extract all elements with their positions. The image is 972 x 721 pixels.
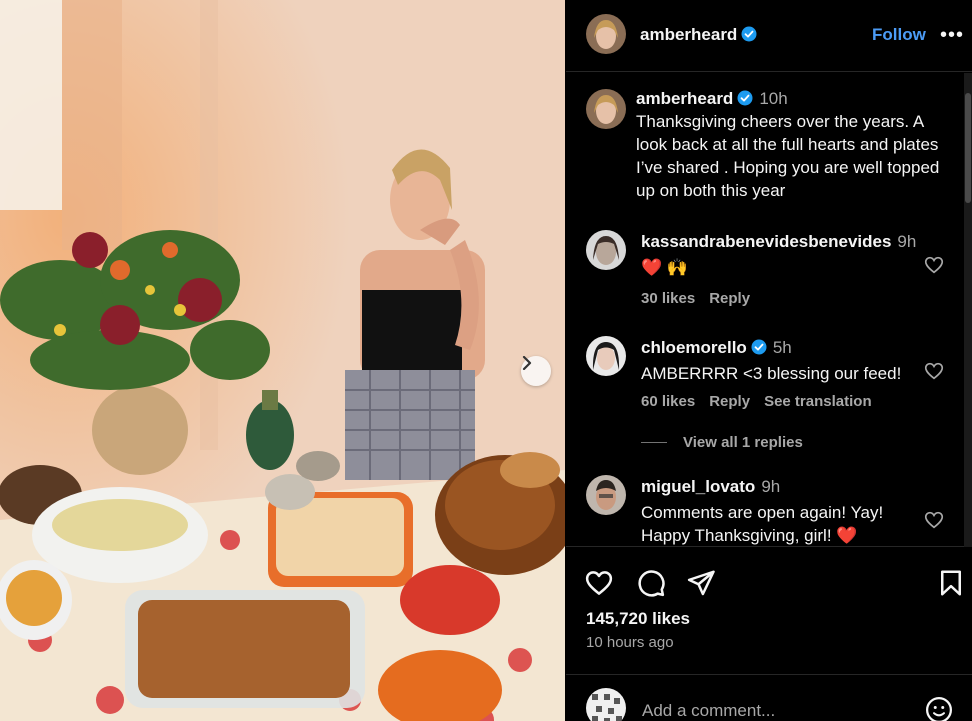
caption-username[interactable]: amberheard	[636, 89, 733, 108]
reply-button[interactable]: Reply	[709, 393, 750, 410]
post-header: amberheard Follow •••	[566, 0, 972, 72]
comment-time: 9h	[897, 232, 917, 251]
save-bookmark-icon[interactable]	[936, 568, 966, 598]
emoji-picker-icon[interactable]	[924, 695, 954, 721]
comment-time: 5h	[772, 338, 792, 357]
comment-composer: Add a comment...	[566, 674, 972, 721]
comment-bubble-icon[interactable]	[636, 568, 666, 598]
commenter-avatar[interactable]	[586, 230, 626, 270]
author-avatar[interactable]	[586, 14, 626, 54]
replies-divider	[641, 442, 667, 443]
post-side-panel: amberheard Follow ••• amberheard 10h Than…	[566, 0, 972, 721]
verified-badge-icon	[741, 26, 757, 42]
view-replies-label[interactable]: View all 1 replies	[683, 434, 803, 451]
post-photo[interactable]	[0, 0, 565, 721]
commenter-avatar[interactable]	[586, 336, 626, 376]
caption-text: Thanksgiving cheers over the years. A lo…	[636, 112, 940, 200]
comment-time: 9h	[761, 477, 781, 496]
comment-username[interactable]: kassandrabenevidesbenevides	[641, 232, 891, 251]
caption-author-avatar[interactable]	[586, 89, 626, 129]
verified-badge-icon	[737, 90, 753, 106]
share-send-icon[interactable]	[686, 568, 716, 598]
follow-button[interactable]: Follow	[872, 25, 926, 45]
comment-username[interactable]: miguel_lovato	[641, 477, 755, 496]
comment-likes[interactable]: 30 likes	[641, 290, 695, 307]
comment-username[interactable]: chloemorello	[641, 338, 747, 357]
verified-badge-icon	[751, 339, 767, 355]
thanksgiving-photo	[0, 0, 565, 721]
caption-time: 10h	[759, 89, 788, 108]
next-photo-button[interactable]	[521, 356, 551, 386]
comments-list[interactable]: amberheard 10h Thanksgiving cheers over t…	[566, 73, 972, 547]
more-options-icon[interactable]: •••	[940, 24, 964, 47]
comment-text: ❤️ 🙌	[641, 258, 689, 277]
author-username[interactable]: amberheard	[640, 25, 757, 45]
comment-text: Comments are open again! Yay! Happy Than…	[641, 503, 884, 545]
likes-count[interactable]: 145,720 likes	[586, 609, 690, 629]
view-replies-button[interactable]: View all 1 replies	[641, 434, 803, 451]
comment-likes[interactable]: 60 likes	[641, 393, 695, 410]
reply-button[interactable]: Reply	[709, 290, 750, 307]
chevron-right-icon	[522, 356, 532, 370]
author-username-text[interactable]: amberheard	[640, 25, 737, 44]
like-heart-icon[interactable]	[584, 568, 614, 598]
see-translation-button[interactable]: See translation	[764, 393, 872, 410]
current-user-avatar	[586, 688, 626, 721]
like-comment-heart-icon[interactable]	[923, 509, 945, 531]
scrollbar-thumb[interactable]	[965, 93, 971, 203]
like-comment-heart-icon[interactable]	[923, 254, 945, 276]
post-timestamp: 10 hours ago	[586, 634, 674, 651]
post-action-bar	[566, 560, 972, 604]
comments-scrollbar[interactable]	[964, 73, 972, 547]
commenter-avatar[interactable]	[586, 475, 626, 515]
like-comment-heart-icon[interactable]	[923, 360, 945, 382]
add-comment-input[interactable]: Add a comment...	[642, 701, 775, 721]
comment-text: AMBERRRR <3 blessing our feed!	[641, 364, 902, 383]
